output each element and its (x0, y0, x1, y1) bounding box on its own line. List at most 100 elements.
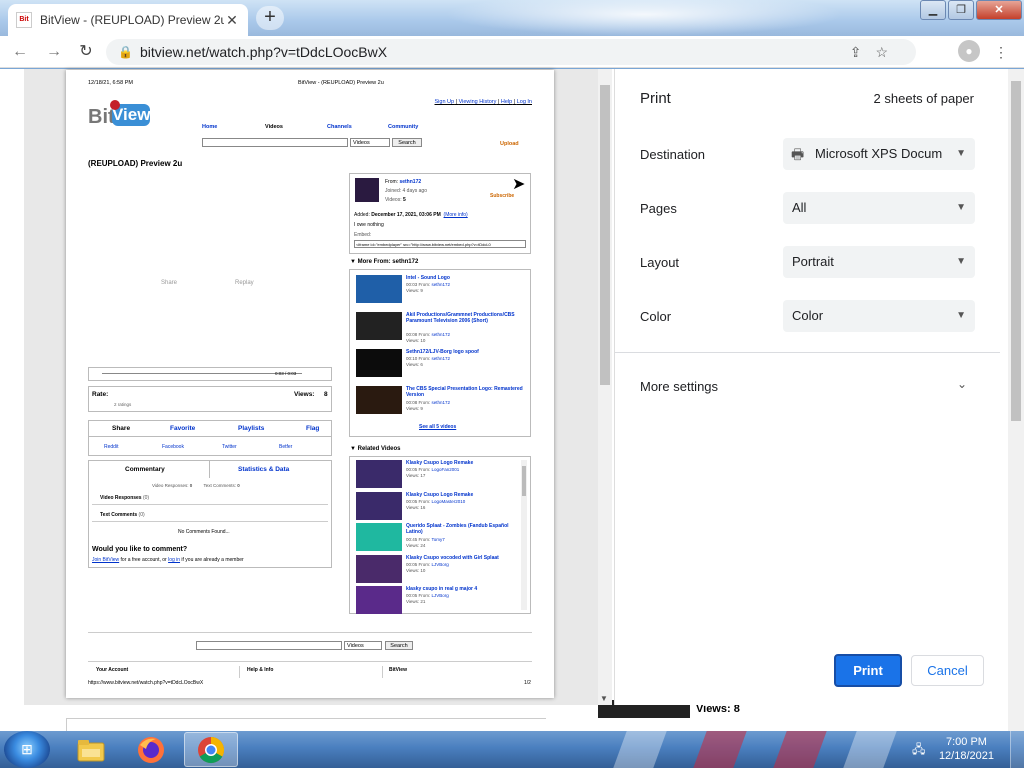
related-thumbnail[interactable] (356, 586, 402, 614)
share-reddit-link[interactable]: Reddit (104, 444, 118, 450)
page-scrollbar[interactable] (1008, 69, 1024, 731)
more-from-author-link[interactable]: sethn172 (432, 332, 451, 337)
back-arrow-icon[interactable]: ← (8, 40, 32, 64)
layout-dropdown[interactable]: Portrait ▼ (783, 246, 975, 278)
footer-search-select[interactable]: Videos (344, 641, 382, 650)
expand-chevron-icon[interactable]: ⌄ (957, 377, 967, 391)
minimize-button[interactable]: ▁ (920, 0, 946, 20)
taskbar-clock[interactable]: 7:00 PM 12/18/2021 (939, 735, 994, 763)
start-button[interactable]: ⊞ (4, 731, 50, 768)
related-title-link[interactable]: Querido Splaat - Zombies (Fandub Español… (406, 523, 524, 535)
related-thumbnail[interactable] (356, 460, 402, 488)
nav-home[interactable]: Home (202, 124, 217, 130)
share-twitter-link[interactable]: Twitter (222, 444, 237, 450)
related-author-link[interactable]: LogoFan2001 (432, 467, 460, 472)
signup-link[interactable]: Sign Up (435, 99, 455, 105)
subscribe-button[interactable]: Subscribe (490, 193, 514, 199)
bookmark-star-icon[interactable]: ☆ (875, 44, 902, 60)
more-settings-toggle[interactable]: More settings (640, 379, 718, 394)
browser-tab[interactable]: Bit BitView - (REUPLOAD) Preview 2u ✕ (8, 4, 248, 36)
taskbar-explorer[interactable] (64, 732, 118, 767)
related-thumbnail[interactable] (356, 491, 402, 520)
taskbar-firefox[interactable] (124, 732, 178, 767)
related-author-link[interactable]: LogoMaster2010 (432, 499, 466, 504)
more-from-author-link[interactable]: sethn172 (432, 400, 451, 405)
history-link[interactable]: Viewing History (459, 99, 497, 105)
player-seek-bar[interactable] (102, 373, 302, 374)
related-title-link[interactable]: klasky csupo in real g major 4 (406, 586, 524, 592)
tab-statistics[interactable]: Statistics & Data (238, 466, 289, 473)
header-search-input[interactable] (202, 138, 348, 147)
new-tab-button[interactable]: + (256, 6, 284, 30)
more-from-thumbnail[interactable] (356, 349, 402, 377)
related-author-link[interactable]: LJVBorg (432, 593, 449, 598)
share-icon[interactable]: ⇪ (850, 44, 876, 60)
address-bar[interactable]: 🔒 bitview.net/watch.php?v=tDdcLOocBwX ⇪☆ (106, 39, 916, 65)
maximize-button[interactable]: ❐ (948, 0, 974, 20)
nav-community[interactable]: Community (388, 124, 418, 130)
page-scroll-thumb[interactable] (1011, 81, 1021, 421)
kebab-menu-icon[interactable]: ⋮ (992, 40, 1010, 64)
login-link-2[interactable]: log in (168, 557, 180, 563)
footer-search-button[interactable]: Search (385, 641, 413, 650)
header-search-select[interactable]: Videos (350, 138, 390, 147)
help-link[interactable]: Help (501, 99, 512, 105)
more-from-title-link[interactable]: Akil Productions/Grammnet Productions/CB… (406, 312, 524, 324)
reload-icon[interactable]: ↻ (74, 40, 98, 64)
color-dropdown[interactable]: Color ▼ (783, 300, 975, 332)
preview-scrollbar[interactable]: ▼ (598, 69, 612, 705)
cancel-button[interactable]: Cancel (911, 655, 984, 686)
scroll-down-arrow-icon[interactable]: ▼ (600, 694, 608, 703)
more-from-author-link[interactable]: sethn172 (432, 356, 451, 361)
more-from-thumbnail[interactable] (356, 275, 402, 303)
tab-flag[interactable]: Flag (306, 425, 319, 432)
more-from-title-link[interactable]: Intel - Sound Logo (406, 275, 524, 281)
related-title-link[interactable]: Klasky Csupo vocoded with Girl Splaat (406, 555, 524, 561)
player-share-button[interactable]: Share (161, 280, 177, 286)
pages-dropdown[interactable]: All ▼ (783, 192, 975, 224)
related-title-link[interactable]: Klasky Csupo Logo Remake (406, 492, 524, 498)
footer-search-input[interactable] (196, 641, 342, 650)
more-from-thumbnail[interactable] (356, 312, 402, 340)
see-all-link[interactable]: See all 5 videos (419, 424, 456, 430)
print-button[interactable]: Print (834, 654, 902, 687)
profile-avatar-icon[interactable]: ● (958, 40, 980, 62)
uploader-name-link[interactable]: sethn172 (399, 179, 421, 185)
related-author-link[interactable]: LJVBorg (432, 562, 449, 567)
related-author-link[interactable]: Tomy7 (431, 537, 444, 542)
preview-scroll-thumb[interactable] (600, 85, 610, 385)
close-tab-icon[interactable]: ✕ (224, 12, 240, 29)
more-from-meta: 00:08 From: sethn172 Views: 9 (406, 400, 451, 411)
tab-playlists[interactable]: Playlists (238, 425, 264, 432)
nav-videos[interactable]: Videos (265, 124, 283, 130)
more-info-link[interactable]: (More info) (444, 212, 468, 218)
more-from-title-link[interactable]: The CBS Special Presentation Logo: Remas… (406, 386, 524, 398)
tab-share[interactable]: Share (112, 425, 130, 432)
share-facebook-link[interactable]: Facebook (162, 444, 184, 450)
show-desktop-button[interactable] (1010, 731, 1024, 768)
close-window-button[interactable]: ✕ (976, 0, 1022, 20)
destination-dropdown[interactable]: 🖶 Microsoft XPS Docum ▼ (783, 138, 975, 170)
tab-favorite[interactable]: Favorite (170, 425, 195, 432)
uploader-avatar[interactable] (355, 178, 379, 202)
related-thumbnail[interactable] (356, 523, 402, 551)
nav-channels[interactable]: Channels (327, 124, 352, 130)
more-from-thumbnail[interactable] (356, 386, 402, 414)
embed-code-field[interactable]: <iframe id="embedplayer" src="http://www… (354, 240, 526, 248)
login-link[interactable]: Log In (517, 99, 532, 105)
more-from-author-link[interactable]: sethn172 (432, 282, 451, 287)
taskbar-chrome[interactable] (184, 732, 238, 767)
omnibox-actions: ⇪☆ (850, 39, 902, 65)
video-player[interactable] (88, 174, 332, 370)
network-icon[interactable]: 🖧 (912, 740, 932, 758)
player-replay-button[interactable]: Replay (235, 280, 254, 286)
upload-link[interactable]: Upload (500, 141, 519, 147)
join-link[interactable]: Join BitView (92, 557, 119, 563)
related-title-link[interactable]: Klasky Csupo Logo Remake (406, 460, 524, 466)
forward-arrow-icon[interactable]: → (42, 40, 66, 64)
more-from-title-link[interactable]: Sethn172/LJV-Borg logo spoof (406, 349, 524, 355)
share-other-link[interactable]: Betfer (279, 444, 292, 450)
related-thumbnail[interactable] (356, 554, 402, 583)
header-search-button[interactable]: Search (392, 138, 422, 147)
tab-commentary[interactable]: Commentary (125, 466, 165, 473)
